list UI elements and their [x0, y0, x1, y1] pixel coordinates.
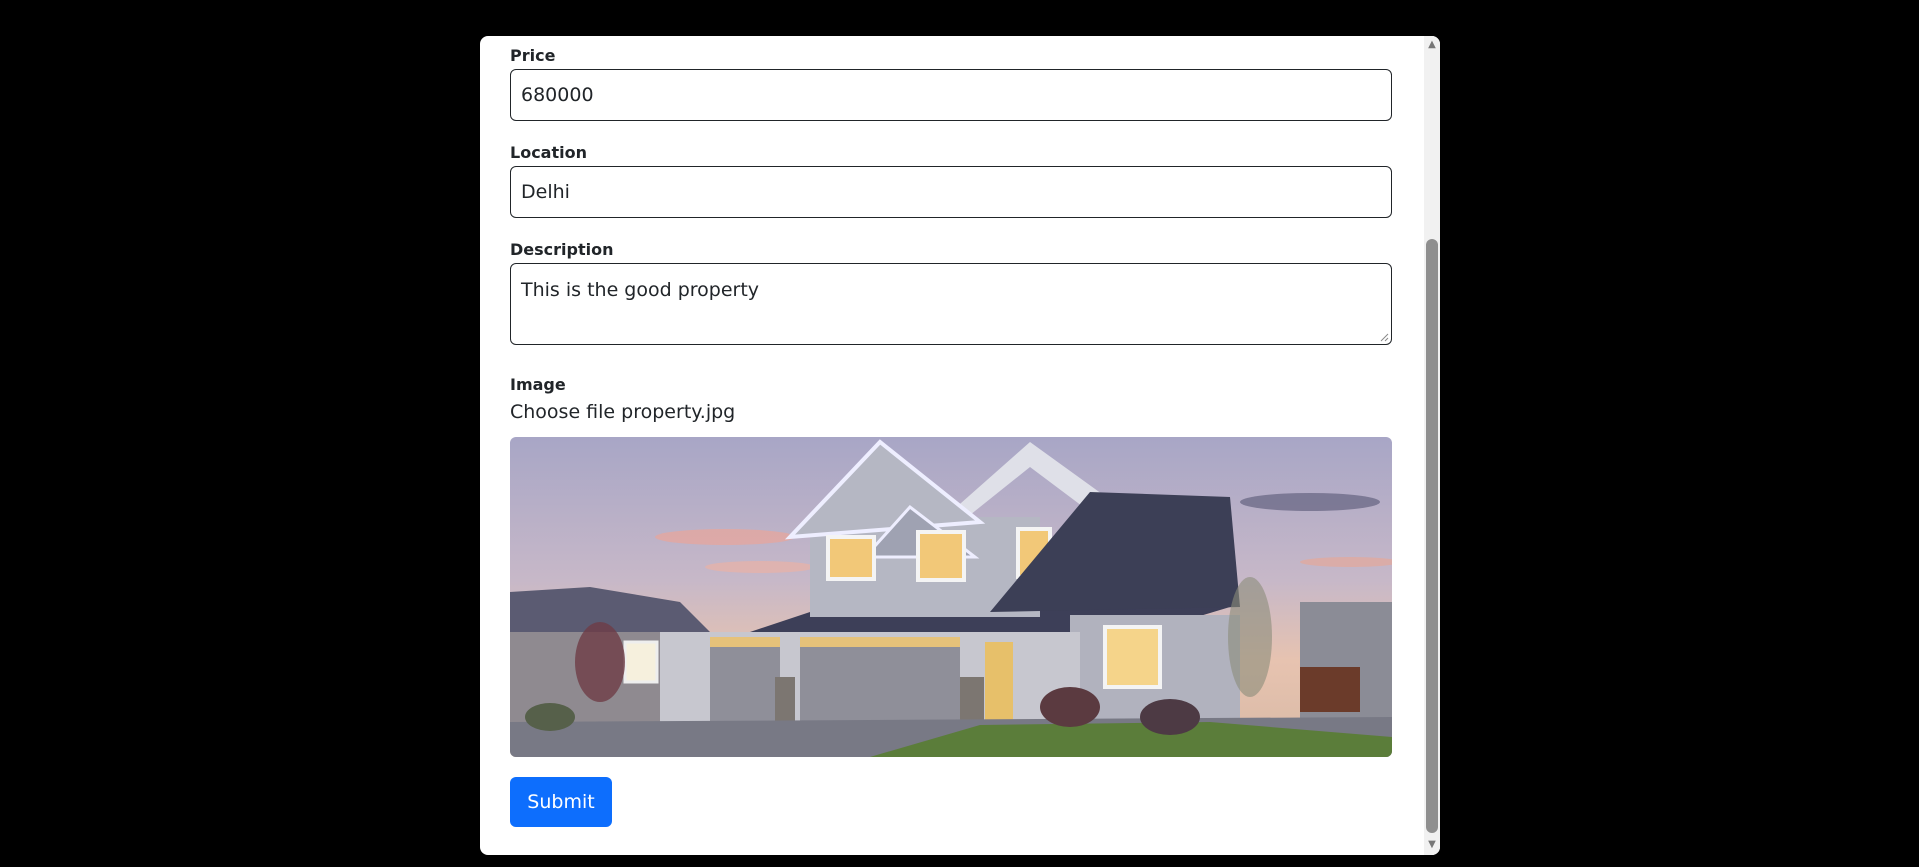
file-name: property.jpg — [621, 401, 736, 423]
property-image-preview — [510, 437, 1392, 757]
price-label: Price — [510, 46, 556, 65]
description-textarea[interactable]: This is the good property — [510, 263, 1392, 345]
description-label: Description — [510, 240, 614, 259]
resize-handle-icon[interactable] — [1379, 332, 1389, 342]
description-text: This is the good property — [521, 279, 760, 301]
price-input[interactable]: 680000 — [510, 69, 1392, 121]
choose-file-button[interactable]: Choose file — [510, 401, 615, 423]
scroll-up-icon[interactable]: ▲ — [1427, 40, 1437, 50]
property-form-modal: Price 680000 Location Delhi Description … — [480, 36, 1440, 855]
file-input[interactable]: Choose file property.jpg — [510, 400, 735, 424]
location-input[interactable]: Delhi — [510, 166, 1392, 218]
location-label: Location — [510, 143, 587, 162]
scrollbar[interactable]: ▲ ▼ — [1424, 36, 1440, 855]
scroll-down-icon[interactable]: ▼ — [1427, 840, 1437, 850]
submit-button[interactable]: Submit — [510, 777, 612, 827]
house-image — [510, 437, 1392, 757]
scroll-thumb[interactable] — [1426, 239, 1438, 833]
image-label: Image — [510, 375, 566, 394]
